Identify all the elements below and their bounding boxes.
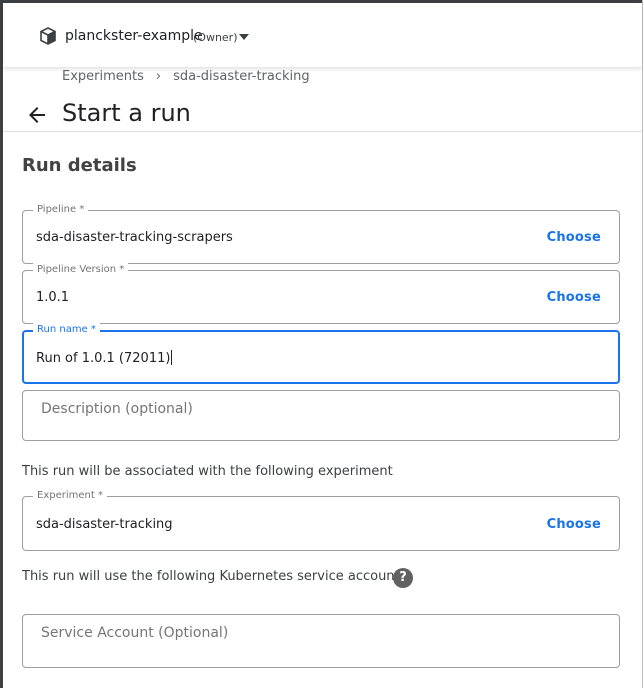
pipeline-version-field: Pipeline Version * 1.0.1 Choose xyxy=(22,263,620,324)
service-account-placeholder: Service Account (Optional) xyxy=(41,625,229,641)
breadcrumb: Experiments › sda-disaster-tracking xyxy=(62,69,310,84)
choose-experiment-button[interactable]: Choose xyxy=(547,517,601,532)
namespace-name: planckster-example xyxy=(65,28,203,44)
description-placeholder: Description (optional) xyxy=(41,401,193,417)
pipeline-label: Pipeline * xyxy=(33,203,89,217)
service-account-input[interactable]: Service Account (Optional) xyxy=(22,614,620,668)
experiment-value: sda-disaster-tracking xyxy=(36,517,173,532)
text-cursor xyxy=(171,350,173,365)
run-details-heading: Run details xyxy=(22,155,137,176)
pipeline-version-label: Pipeline Version * xyxy=(33,263,129,277)
page-title: Start a run xyxy=(62,99,191,127)
breadcrumb-experiments[interactable]: Experiments xyxy=(62,69,144,84)
choose-pipeline-button[interactable]: Choose xyxy=(547,230,601,245)
pipeline-version-value: 1.0.1 xyxy=(36,290,70,305)
run-name-text: Run of 1.0.1 (72011) xyxy=(36,351,171,366)
run-name-value: Run of 1.0.1 (72011) xyxy=(36,350,173,366)
title-divider xyxy=(3,131,642,132)
run-name-label: Run name * xyxy=(33,323,100,337)
namespace-selector-bar: planckster-example (Owner) xyxy=(3,3,642,67)
namespace-role: (Owner) xyxy=(193,31,238,44)
breadcrumb-experiment[interactable]: sda-disaster-tracking xyxy=(173,69,310,84)
run-name-input[interactable]: Run name * Run of 1.0.1 (72011) xyxy=(22,323,620,384)
help-circle-icon[interactable]: ? xyxy=(393,568,413,588)
pipeline-value: sda-disaster-tracking-scrapers xyxy=(36,230,233,245)
breadcrumb-separator: › xyxy=(155,69,162,84)
pipeline-field: Pipeline * sda-disaster-tracking-scraper… xyxy=(22,203,620,264)
service-account-info-text: This run will use the following Kubernet… xyxy=(22,569,404,584)
description-input[interactable]: Description (optional) xyxy=(22,390,620,441)
experiment-label: Experiment * xyxy=(33,489,107,503)
window-left-edge xyxy=(0,0,3,688)
experiment-info-text: This run will be associated with the fol… xyxy=(22,464,393,479)
experiment-field: Experiment * sda-disaster-tracking Choos… xyxy=(22,489,620,551)
arrow-back-icon[interactable] xyxy=(25,103,49,127)
cube-icon xyxy=(40,27,56,45)
caret-down-icon xyxy=(239,34,249,40)
choose-pipeline-version-button[interactable]: Choose xyxy=(547,290,601,305)
